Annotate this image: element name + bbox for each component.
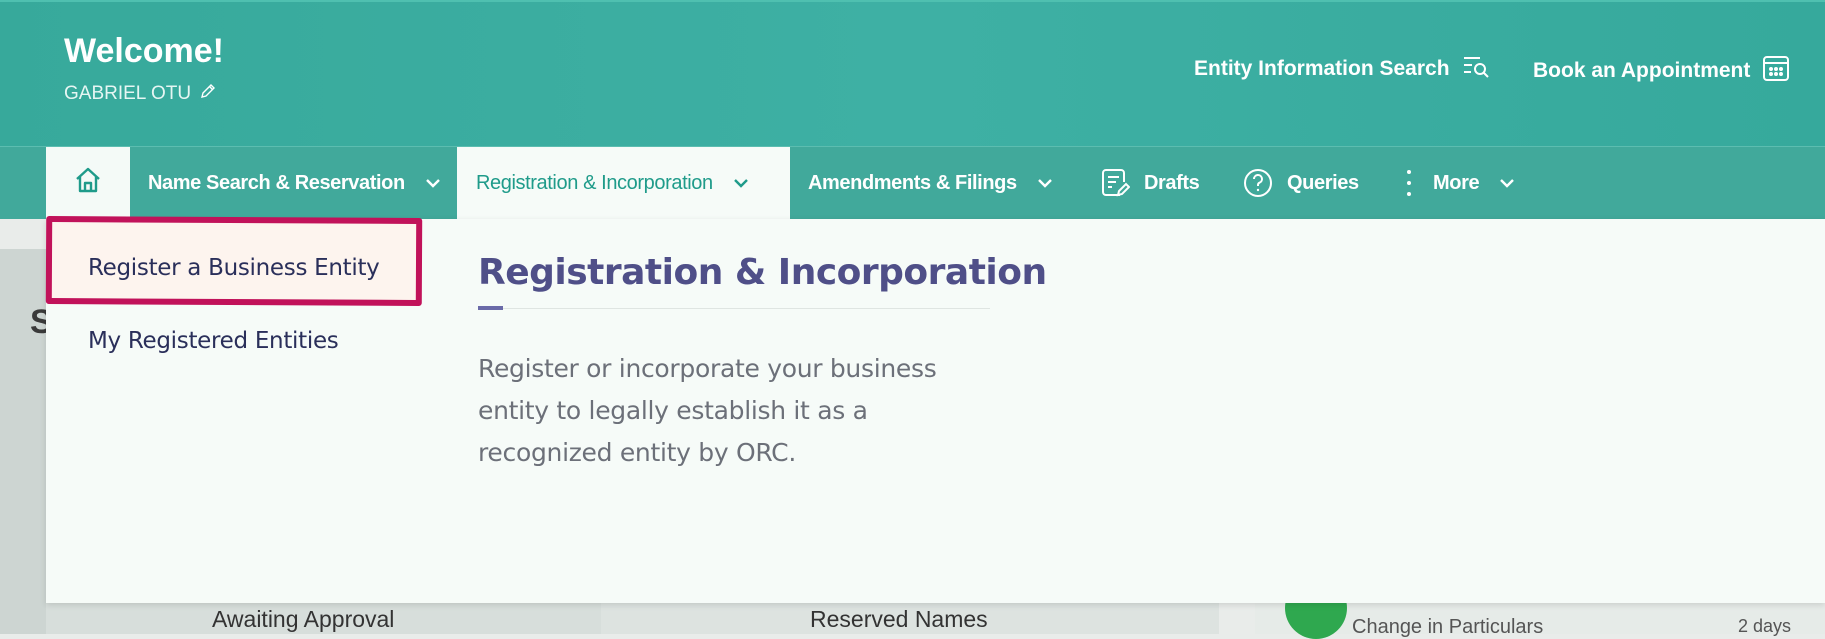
menu-my-registered-entities[interactable]: My Registered Entities	[88, 328, 339, 354]
nav-queries-label: Queries	[1287, 171, 1359, 194]
dropdown-title: Registration & Incorporation	[478, 252, 1047, 293]
edit-pencil-icon[interactable]	[199, 82, 217, 106]
user-name-row: GABRIEL OTU	[64, 82, 217, 106]
nav-name-search-reservation[interactable]: Name Search & Reservation	[148, 147, 441, 219]
entity-information-search-link[interactable]: Entity Information Search	[1194, 54, 1490, 84]
title-divider-accent	[478, 306, 503, 310]
chevron-down-icon	[1037, 178, 1053, 188]
book-appointment-label: Book an Appointment	[1533, 59, 1751, 82]
home-icon	[73, 165, 103, 201]
reserved-names-label: Reserved Names	[810, 606, 988, 632]
calendar-icon	[1762, 54, 1790, 88]
awaiting-approval-label: Awaiting Approval	[212, 606, 395, 632]
chevron-down-icon	[425, 178, 441, 188]
change-in-particulars-label: Change in Particulars	[1352, 616, 1544, 638]
dropdown-description: Register or incorporate your business en…	[478, 354, 937, 467]
nav-name-search-label: Name Search & Reservation	[148, 171, 405, 194]
chevron-down-icon	[1499, 178, 1515, 188]
book-appointment-link[interactable]: Book an Appointment	[1533, 54, 1790, 88]
chevron-down-icon	[733, 178, 749, 188]
welcome-heading: Welcome!	[64, 32, 224, 70]
nav-more-label: More	[1433, 171, 1480, 194]
title-divider	[478, 308, 990, 309]
question-circle-icon	[1243, 168, 1273, 198]
nav-drafts-label: Drafts	[1144, 171, 1200, 194]
nav-amendments-label: Amendments & Filings	[808, 171, 1017, 194]
entity-search-label: Entity Information Search	[1194, 57, 1450, 80]
nav-home[interactable]	[46, 147, 130, 219]
nav-registration-incorporation[interactable]: Registration & Incorporation	[457, 147, 790, 219]
nav-registration-label: Registration & Incorporation	[476, 171, 713, 194]
menu-register-business-entity[interactable]: Register a Business Entity	[88, 255, 380, 281]
nav-more[interactable]: More	[1405, 147, 1515, 219]
top-header: Welcome! GABRIEL OTU Entity Information …	[0, 0, 1825, 146]
user-name: GABRIEL OTU	[64, 83, 192, 104]
nav-drafts[interactable]: Drafts	[1100, 147, 1200, 219]
nav-queries[interactable]: Queries	[1243, 147, 1359, 219]
vertical-dots-icon	[1405, 168, 1413, 198]
list-search-icon	[1462, 54, 1490, 84]
nav-amendments-filings[interactable]: Amendments & Filings	[808, 147, 1053, 219]
draft-document-icon	[1100, 168, 1130, 198]
main-navbar: Name Search & Reservation Registration &…	[0, 146, 1825, 219]
